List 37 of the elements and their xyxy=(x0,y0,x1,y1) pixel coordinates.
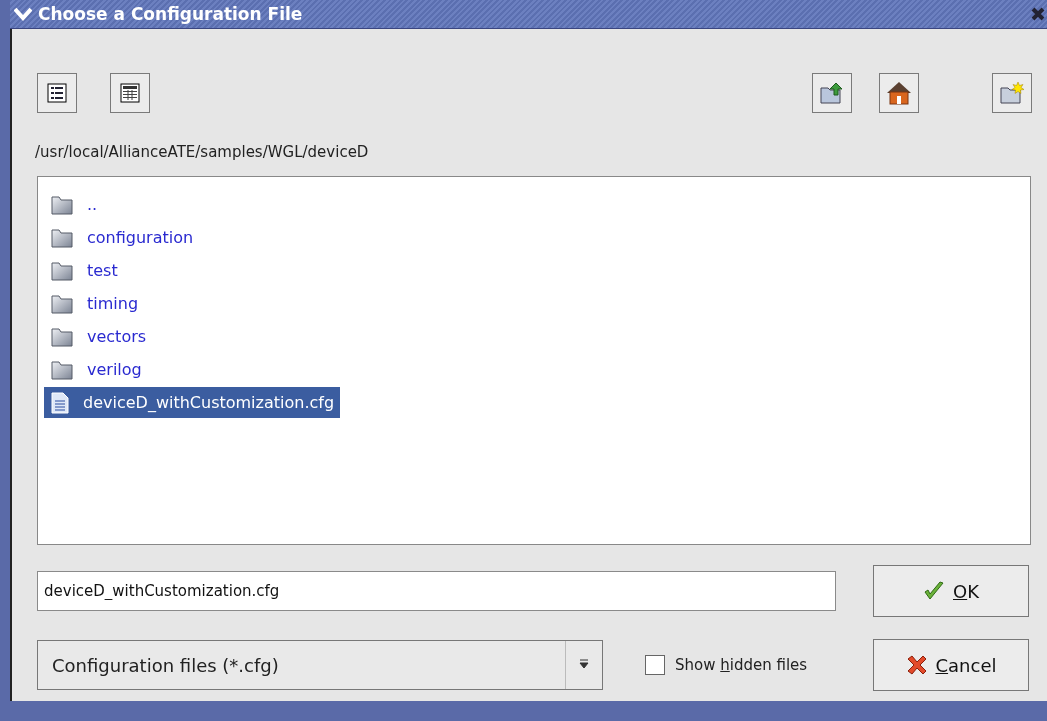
list-view-icon xyxy=(47,83,67,103)
cancel-button[interactable]: Cancel xyxy=(873,639,1029,691)
parent-folder-button[interactable] xyxy=(812,73,852,113)
file-item[interactable]: test xyxy=(44,255,124,286)
checkmark-icon xyxy=(923,581,945,601)
current-path: /usr/local/AllianceATE/samples/WGL/deviceD xyxy=(35,143,370,161)
list-view-button[interactable] xyxy=(37,73,77,113)
folder-icon xyxy=(51,359,73,380)
folder-icon xyxy=(51,194,73,215)
cancel-icon xyxy=(905,655,928,675)
new-folder-button[interactable] xyxy=(992,73,1032,113)
detail-view-button[interactable] xyxy=(110,73,150,113)
home-icon xyxy=(886,81,912,105)
menu-chevron-icon[interactable] xyxy=(14,7,32,21)
file-item[interactable]: verilog xyxy=(44,354,148,385)
new-folder-icon xyxy=(1000,82,1024,104)
file-item[interactable]: configuration xyxy=(44,222,200,253)
folder-up-icon xyxy=(820,82,844,104)
close-icon[interactable] xyxy=(1031,7,1045,21)
filter-dropdown[interactable]: Configuration files (*.cfg) xyxy=(37,640,603,690)
detail-view-icon xyxy=(120,83,140,103)
folder-icon xyxy=(51,227,73,248)
checkbox[interactable] xyxy=(645,655,665,675)
folder-icon xyxy=(51,260,73,281)
folder-icon xyxy=(51,326,73,347)
dropdown-arrow-icon xyxy=(579,659,589,671)
file-item[interactable]: timing xyxy=(44,288,145,319)
filename-field[interactable]: deviceD_withCustomization.cfg xyxy=(37,571,836,611)
file-item[interactable]: vectors xyxy=(44,321,153,352)
file-item[interactable]: deviceD_withCustomization.cfg xyxy=(44,387,341,418)
home-button[interactable] xyxy=(879,73,919,113)
folder-icon xyxy=(51,293,73,314)
ok-button[interactable]: OK xyxy=(873,565,1029,617)
file-item[interactable]: .. xyxy=(44,189,104,220)
checkbox-label: Show hidden files xyxy=(675,656,808,674)
window-title: Choose a Configuration File xyxy=(38,4,304,24)
document-icon xyxy=(51,391,69,414)
